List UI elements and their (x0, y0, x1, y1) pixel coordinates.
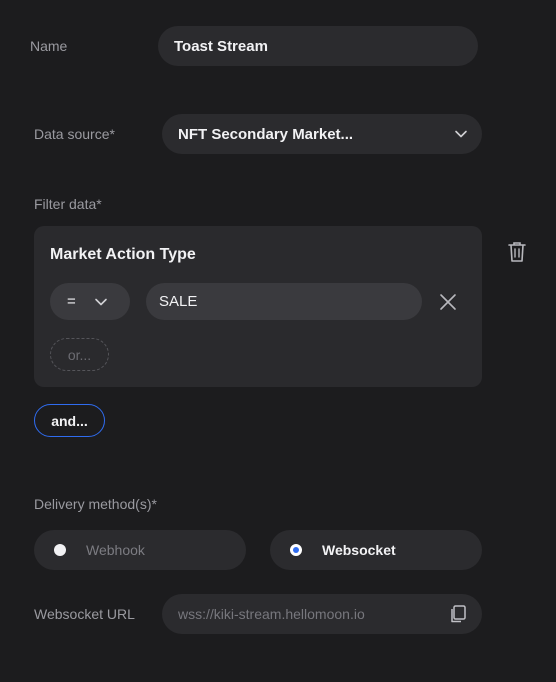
or-button[interactable]: or... (50, 338, 109, 371)
websocket-url-value: wss://kiki-stream.hellomoon.io (178, 606, 365, 622)
name-label: Name (30, 38, 68, 54)
radio-websocket[interactable] (290, 544, 302, 556)
name-value: Toast Stream (174, 37, 268, 55)
chevron-down-icon (455, 130, 467, 138)
chevron-down-icon (94, 298, 107, 305)
delivery-option-webhook[interactable]: Webhook (34, 530, 246, 570)
data-source-label: Data source* (34, 126, 115, 142)
close-icon[interactable] (436, 290, 460, 314)
filter-title: Market Action Type (50, 246, 196, 263)
copy-icon[interactable] (448, 604, 468, 624)
stream-form: { "form": { "name_label": "Name", "name_… (0, 0, 556, 682)
data-source-value: NFT Secondary Market... (178, 125, 354, 143)
webhook-label: Webhook (86, 542, 145, 558)
websocket-url-label: Websocket URL (34, 606, 135, 622)
operator-select[interactable]: = (50, 283, 130, 320)
or-label: or... (67, 346, 92, 363)
delivery-method-label: Delivery method(s)* (34, 496, 157, 512)
filter-card: Market Action Type = SALE or... (34, 226, 482, 387)
filter-value-input[interactable]: SALE (146, 283, 422, 320)
radio-webhook[interactable] (54, 544, 66, 556)
and-button[interactable]: and... (34, 404, 105, 437)
data-source-select[interactable]: NFT Secondary Market... (162, 114, 482, 154)
and-label: and... (51, 412, 88, 429)
operator-value: = (67, 293, 76, 310)
filter-value: SALE (159, 293, 198, 310)
websocket-label: Websocket (322, 542, 396, 558)
delivery-option-websocket[interactable]: Websocket (270, 530, 482, 570)
filter-data-label: Filter data* (34, 196, 102, 212)
websocket-url-field[interactable]: wss://kiki-stream.hellomoon.io (162, 594, 482, 634)
name-input[interactable]: Toast Stream (158, 26, 478, 66)
trash-icon[interactable] (506, 240, 528, 264)
